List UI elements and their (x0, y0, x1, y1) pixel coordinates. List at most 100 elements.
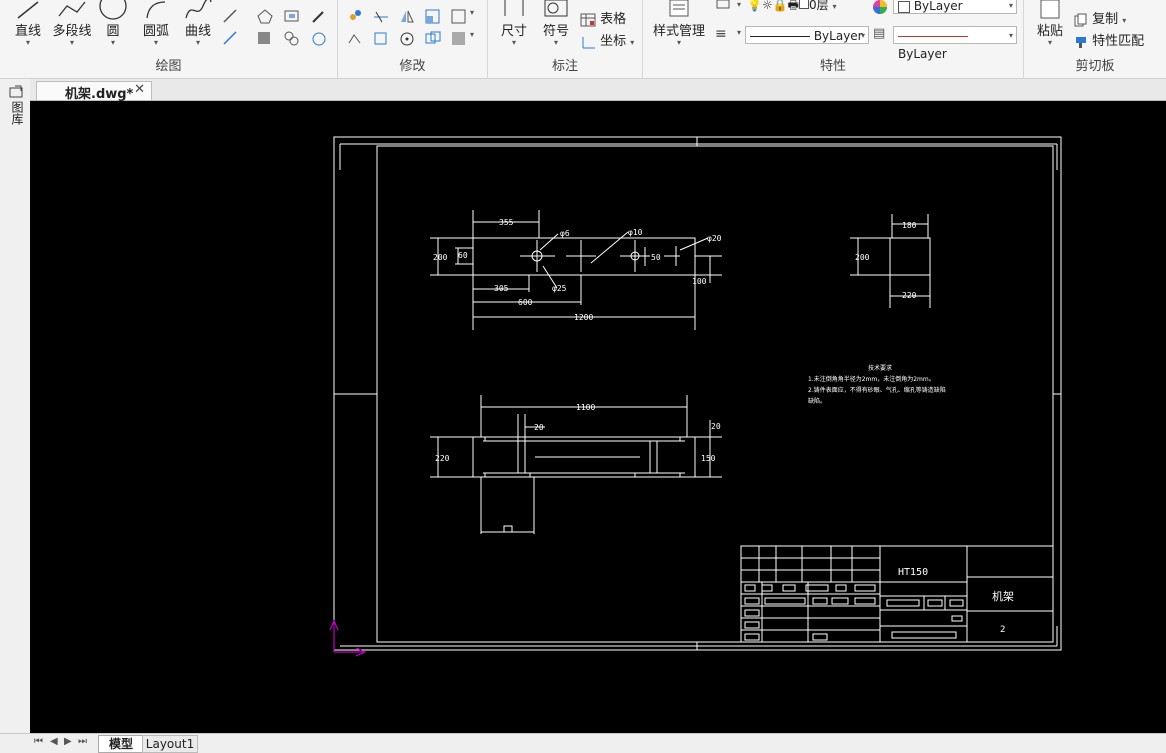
table-icon (580, 13, 596, 26)
chevron-down-icon: ▾ (1122, 16, 1127, 25)
first-tab-icon[interactable]: ⏮ (34, 736, 43, 747)
point-icon[interactable] (310, 8, 328, 24)
coordinate-tool[interactable]: 坐标 ▾ (580, 30, 634, 49)
layer-props-icon[interactable] (715, 0, 733, 16)
document-tab-bar: 机架.dwg* ✕ (0, 79, 1166, 102)
drawing-frame (333, 136, 1062, 651)
ray-icon[interactable] (222, 8, 240, 24)
table-tool[interactable]: 表格 (580, 8, 626, 27)
hatch-icon[interactable] (256, 30, 274, 46)
arc-icon (146, 1, 166, 19)
lineweight-icon[interactable]: ≡ (715, 26, 727, 42)
array-icon[interactable] (450, 8, 468, 24)
coordinate-icon (582, 36, 595, 48)
dimension-tool[interactable]: 尺寸 ▾ (496, 0, 532, 47)
curve-icon (185, 0, 212, 19)
curve-label: 曲线 (184, 24, 211, 39)
draw-group: 直线 ▾ 多段线 ▾ 圆 ▾ 圆弧 ▾ 曲线 ▾ 绘图 (0, 0, 338, 78)
line-style-icon[interactable]: ▤ (873, 26, 885, 41)
arc-tool[interactable]: 圆弧 ▾ (138, 0, 174, 47)
linetype-value: ByLayer (813, 29, 863, 43)
palette-icon[interactable] (9, 85, 25, 99)
style-manager-label: 样式管理 (652, 24, 705, 39)
close-icon[interactable]: ✕ (134, 82, 145, 97)
dim-100: 100 (692, 277, 707, 286)
chevron-down-icon: ▾ (630, 38, 635, 47)
polyline-tool[interactable]: 多段线 ▾ (50, 0, 94, 47)
drawing-canvas[interactable]: 355 φ6 φ10 φ20 200 60 50 100 305 φ25 600… (30, 101, 1166, 733)
dimension-icon (504, 0, 524, 16)
chevron-down-icon[interactable]: ▾ (470, 8, 474, 17)
rotate-3d-icon[interactable] (398, 30, 416, 46)
last-tab-icon[interactable]: ⏭ (78, 736, 87, 747)
layer-dropdown[interactable]: 💡☼🔒🖶 0层 ▾ (747, 0, 836, 14)
scale-icon[interactable] (424, 8, 442, 24)
palette-label[interactable]: 图库 (9, 101, 24, 125)
prev-tab-icon[interactable]: ◀ (50, 736, 58, 747)
linetype-combo[interactable]: ByLayer ▾ (745, 26, 869, 44)
color-combo[interactable]: ByLayer ▾ (893, 0, 1017, 14)
next-tab-icon[interactable]: ▶ (64, 736, 72, 747)
mirror-icon[interactable] (398, 8, 416, 24)
dim-phi10: φ10 (628, 228, 643, 237)
chevron-down-icon[interactable]: ▾ (470, 30, 474, 39)
chevron-down-icon: ▾ (1008, 31, 1013, 40)
paste-label: 粘贴 (1036, 24, 1063, 39)
lineweight-sample (898, 36, 968, 37)
polygon-icon[interactable] (256, 8, 274, 24)
properties-group: 样式管理 ▾ ▾ 💡☼🔒🖶 0层 ▾ ByLayer ▾ ≡ ▾ ByLayer … (643, 0, 1024, 78)
properties-group-label: 特性 (819, 59, 846, 74)
drawing-svg: 355 φ6 φ10 φ20 200 60 50 100 305 φ25 600… (329, 136, 1062, 657)
coordinate-label: 坐标 (600, 34, 627, 49)
chevron-down-icon: ▾ (1008, 1, 1013, 10)
match-properties-tool[interactable]: 特性匹配 (1074, 30, 1144, 49)
region-icon[interactable] (283, 8, 301, 24)
polyline-label: 多段线 (52, 24, 92, 39)
copy-tool[interactable]: 复制 ▾ (1074, 8, 1126, 27)
polyline-icon (58, 1, 86, 17)
layer-value: 0层 (809, 0, 829, 12)
top-view (430, 210, 722, 330)
xline-icon[interactable] (222, 30, 240, 46)
chevron-down-icon[interactable]: ▾ (737, 28, 741, 37)
rotate-icon[interactable] (346, 30, 364, 46)
tab-model[interactable]: 模型 (98, 735, 144, 753)
paste-tool[interactable]: 粘贴 ▾ (1030, 0, 1070, 47)
circle-label: 圆 (106, 24, 120, 39)
match-properties-icon (1076, 36, 1086, 48)
circle-tool[interactable]: 圆 ▾ (96, 0, 130, 47)
lock-icon: 🔒 (772, 0, 788, 12)
boundary-icon[interactable] (310, 30, 328, 46)
dim-20: 20 (534, 423, 544, 432)
dim-1100: 1100 (576, 403, 595, 412)
document-tab[interactable]: 机架.dwg* ✕ (36, 81, 152, 102)
lineweight-combo[interactable]: ByLayer ▾ (893, 26, 1017, 61)
move-icon[interactable] (346, 8, 364, 24)
offset-icon[interactable] (372, 30, 390, 46)
chevron-down-icon[interactable]: ▾ (737, 0, 741, 9)
arc-label: 圆弧 (142, 24, 169, 39)
clipboard-group-label: 剪切板 (1075, 59, 1115, 74)
dim-60: 60 (458, 251, 468, 260)
symbol-label: 符号 (542, 24, 569, 39)
chevron-down-icon: ▾ (832, 2, 837, 11)
dim-220b: 220 (435, 454, 450, 463)
copy-array-icon[interactable] (424, 30, 442, 46)
chevron-down-icon: ▾ (511, 38, 516, 47)
color-wheel-icon[interactable] (871, 0, 889, 14)
ucs-icon (329, 619, 367, 657)
curve-tool[interactable]: 曲线 ▾ (180, 0, 216, 47)
chevron-down-icon: ▾ (553, 38, 558, 47)
style-manager-tool[interactable]: 样式管理 ▾ (647, 0, 711, 47)
explode-icon[interactable] (450, 30, 468, 46)
tab-layout1[interactable]: Layout1 (142, 735, 198, 753)
dim-220: 220 (902, 291, 917, 300)
modify-group: ▾ ▾ 修改 (338, 0, 488, 78)
top-view-labels: 355 φ6 φ10 φ20 200 60 50 100 305 φ25 600… (433, 218, 722, 322)
line-tool[interactable]: 直线 ▾ (10, 0, 46, 47)
dim-200b: 200 (855, 253, 870, 262)
stretch-icon[interactable] (372, 8, 390, 24)
chevron-down-icon: ▾ (69, 38, 74, 47)
cloud-icon[interactable] (283, 30, 301, 46)
symbol-tool[interactable]: 符号 ▾ (538, 0, 574, 47)
